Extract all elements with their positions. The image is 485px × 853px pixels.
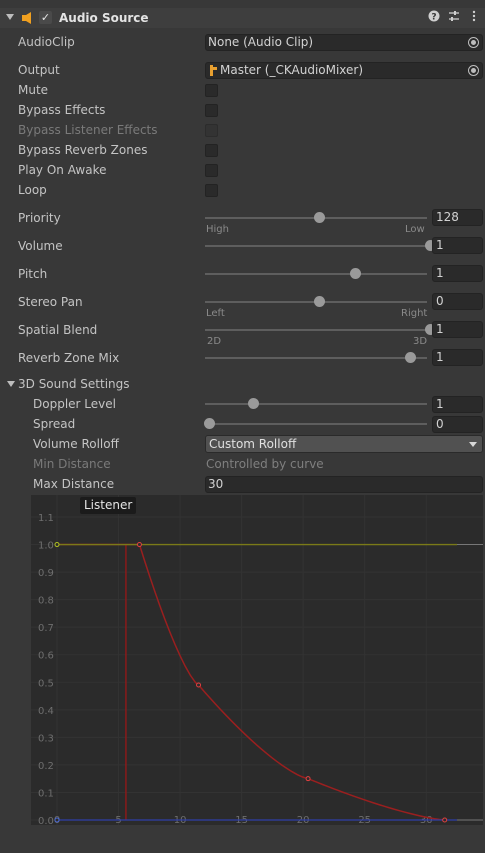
loop-checkbox[interactable] xyxy=(205,184,218,197)
spread-input[interactable]: 0 xyxy=(432,416,483,433)
section-foldout-icon[interactable] xyxy=(7,381,15,387)
spatial-blend-label: Spatial Blend xyxy=(18,323,98,337)
max-distance-label: Max Distance xyxy=(33,477,115,491)
3d-sound-settings-header[interactable]: 3D Sound Settings xyxy=(18,377,130,391)
object-picker-icon[interactable] xyxy=(468,65,479,76)
stereo-pan-max-label: Right xyxy=(401,308,428,319)
rolloff-curve-graph[interactable]: 0.00.10.20.30.40.50.60.70.80.91.01.10510… xyxy=(31,495,483,827)
output-label: Output xyxy=(18,63,60,77)
bypass-listener-effects-label: Bypass Listener Effects xyxy=(18,123,158,137)
more-icon[interactable] xyxy=(467,10,481,24)
reverb-zone-mix-input[interactable]: 1 xyxy=(432,349,483,366)
enabled-checkbox[interactable]: ✓ xyxy=(39,11,52,24)
bypass-effects-label: Bypass Effects xyxy=(18,103,106,117)
pitch-slider-track[interactable] xyxy=(205,273,427,275)
priority-input[interactable]: 128 xyxy=(432,209,483,226)
reverb-zone-mix-slider-thumb[interactable] xyxy=(404,352,416,363)
priority-min-label: High xyxy=(206,224,229,235)
min-distance-label: Min Distance xyxy=(33,457,111,471)
listener-label: Listener xyxy=(80,497,137,514)
pitch-slider-thumb[interactable] xyxy=(350,268,362,279)
y-tick-label: 1.1 xyxy=(38,513,54,524)
spread-label: Spread xyxy=(33,417,76,431)
bypass-reverb-zones-checkbox[interactable] xyxy=(205,144,218,157)
spatial-blend-max-label: 3D xyxy=(413,336,428,347)
output-field[interactable]: Master (_CKAudioMixer) xyxy=(205,62,483,79)
output-value: Master (_CKAudioMixer) xyxy=(220,63,364,77)
play-on-awake-checkbox[interactable] xyxy=(205,164,218,177)
curve-keyframe xyxy=(305,776,311,782)
help-icon[interactable]: ? xyxy=(427,10,441,24)
spread-slider-thumb[interactable] xyxy=(203,418,215,429)
y-tick-label: 0.9 xyxy=(38,568,54,579)
audio-clip-value: None (Audio Clip) xyxy=(208,35,314,49)
volume-input[interactable]: 1 xyxy=(432,237,483,254)
y-tick-label: 0.0 xyxy=(38,816,54,825)
y-tick-label: 0.7 xyxy=(38,623,54,634)
audio-clip-label: AudioClip xyxy=(18,35,75,49)
reverb-zone-mix-slider-track[interactable] xyxy=(205,357,427,359)
volume-rolloff-dropdown[interactable]: Custom Rolloff xyxy=(205,435,483,453)
spatial-blend-min-label: 2D xyxy=(207,336,222,347)
audio-clip-field[interactable]: None (Audio Clip) xyxy=(205,34,483,51)
y-tick-label: 0.5 xyxy=(38,678,54,689)
y-tick-label: 0.8 xyxy=(38,596,54,607)
pitch-input[interactable]: 1 xyxy=(432,265,483,282)
stereo-pan-slider-thumb[interactable] xyxy=(314,296,325,307)
pitch-label: Pitch xyxy=(18,267,48,281)
y-tick-label: 0.1 xyxy=(38,788,54,799)
reverb-keyframe xyxy=(54,817,60,823)
chevron-down-icon xyxy=(469,442,477,447)
y-tick-label: 0.3 xyxy=(38,733,54,744)
volume-rolloff-label: Volume Rolloff xyxy=(33,437,119,451)
reverb-zone-mix-label: Reverb Zone Mix xyxy=(18,351,120,365)
component-title: Audio Source xyxy=(59,11,149,25)
audio-source-icon xyxy=(22,12,31,24)
doppler-level-slider-track[interactable] xyxy=(205,403,427,405)
mute-checkbox[interactable] xyxy=(205,84,218,97)
mute-label: Mute xyxy=(18,83,49,97)
volume-slider-track[interactable] xyxy=(205,245,427,247)
volume-rolloff-value: Custom Rolloff xyxy=(209,437,297,451)
spread-keyframe xyxy=(54,542,60,548)
object-picker-icon[interactable] xyxy=(468,37,479,48)
svg-text:?: ? xyxy=(431,13,436,23)
play-on-awake-label: Play On Awake xyxy=(18,163,107,177)
bypass-reverb-zones-label: Bypass Reverb Zones xyxy=(18,143,148,157)
y-tick-label: 1.0 xyxy=(38,541,54,552)
priority-label: Priority xyxy=(18,211,61,225)
volume-label: Volume xyxy=(18,239,63,253)
min-distance-value: Controlled by curve xyxy=(206,457,324,471)
stereo-pan-label: Stereo Pan xyxy=(18,295,83,309)
doppler-level-input[interactable]: 1 xyxy=(432,396,483,413)
stereo-pan-input[interactable]: 0 xyxy=(432,293,483,310)
priority-slider-thumb[interactable] xyxy=(314,212,326,223)
audio-mixer-group-icon xyxy=(210,65,217,76)
presets-icon[interactable] xyxy=(447,10,461,24)
bypass-effects-checkbox[interactable] xyxy=(205,104,218,117)
spatial-blend-slider-track[interactable] xyxy=(205,329,427,331)
rolloff-curve-canvas[interactable]: 0.00.10.20.30.40.50.60.70.80.91.01.10510… xyxy=(31,495,483,827)
y-tick-label: 0.6 xyxy=(38,651,54,662)
spread-slider-track[interactable] xyxy=(205,423,427,425)
spatial-blend-input[interactable]: 1 xyxy=(432,321,483,338)
loop-label: Loop xyxy=(18,183,47,197)
curve-keyframe xyxy=(196,682,202,688)
priority-max-label: Low xyxy=(405,224,425,235)
foldout-arrow-icon[interactable] xyxy=(6,14,14,20)
curve-keyframe xyxy=(136,542,142,548)
y-tick-label: 0.4 xyxy=(38,706,54,717)
y-tick-label: 0.2 xyxy=(38,761,54,772)
doppler-level-label: Doppler Level xyxy=(33,397,116,411)
curve-keyframe xyxy=(442,817,448,823)
bypass-listener-effects-checkbox xyxy=(205,124,218,137)
max-distance-input[interactable]: 30 xyxy=(205,476,483,493)
doppler-level-slider-thumb[interactable] xyxy=(247,398,259,409)
stereo-pan-min-label: Left xyxy=(206,308,225,319)
